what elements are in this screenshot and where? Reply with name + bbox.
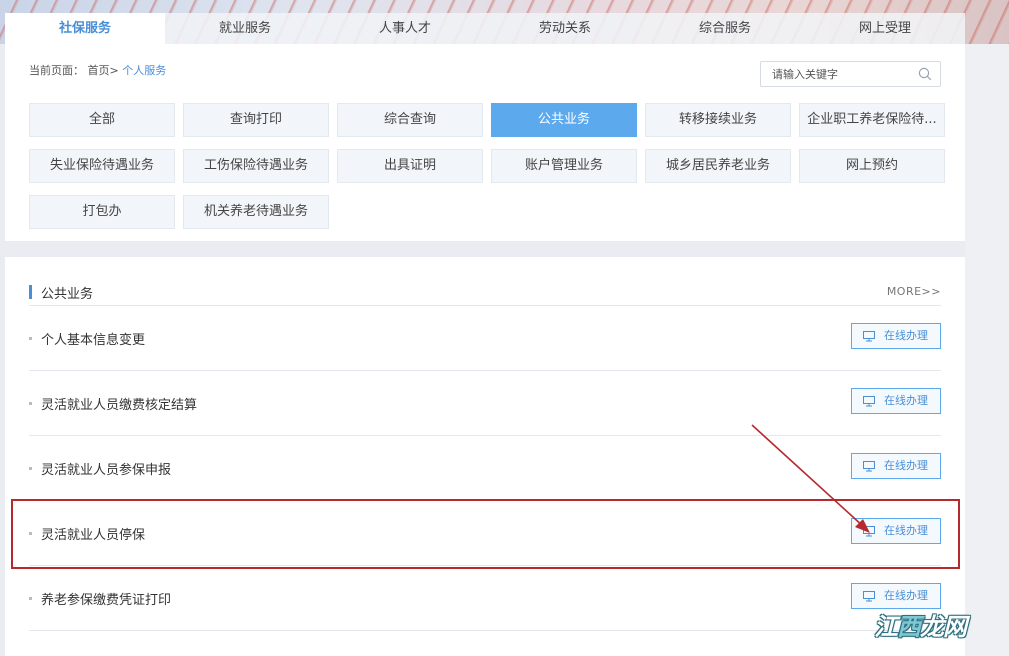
category-package[interactable]: 打包办 <box>29 195 175 229</box>
category-account[interactable]: 账户管理业务 <box>491 149 637 183</box>
breadcrumb-current[interactable]: 个人服务 <box>122 64 166 77</box>
category-grid: 全部 查询打印 综合查询 公共业务 转移接续业务 企业职工养老保险待... 失业… <box>29 103 945 229</box>
section-header: 公共业务 MORE>> <box>29 281 941 306</box>
monitor-icon <box>863 331 875 342</box>
tab-social-security[interactable]: 社保服务 <box>5 13 165 44</box>
service-name[interactable]: 个人基本信息变更 <box>41 329 145 348</box>
section-accent-bar <box>29 285 32 299</box>
service-name[interactable]: 灵活就业人员停保 <box>41 524 145 543</box>
breadcrumb: 当前页面： 首页> 个人服务 <box>29 62 166 78</box>
category-general-query[interactable]: 综合查询 <box>337 103 483 137</box>
online-handle-label: 在线办理 <box>884 329 928 342</box>
monitor-icon <box>863 461 875 472</box>
category-all[interactable]: 全部 <box>29 103 175 137</box>
online-handle-button[interactable]: 在线办理 <box>851 323 941 349</box>
online-handle-button[interactable]: 在线办理 <box>851 453 941 479</box>
watermark-logo: 江西龙网 <box>874 612 967 641</box>
main-nav: 社保服务 就业服务 人事人才 劳动关系 综合服务 网上受理 <box>5 13 965 44</box>
category-online-appointment[interactable]: 网上预约 <box>799 149 945 183</box>
category-institution-pension[interactable]: 机关养老待遇业务 <box>183 195 329 229</box>
bullet-icon <box>29 467 32 470</box>
list-item: 个人基本信息变更 在线办理 <box>29 306 941 371</box>
monitor-icon <box>863 396 875 407</box>
tab-comprehensive[interactable]: 综合服务 <box>645 13 805 44</box>
category-certificate[interactable]: 出具证明 <box>337 149 483 183</box>
tab-online-acceptance[interactable]: 网上受理 <box>805 13 965 44</box>
more-link[interactable]: MORE>> <box>887 285 941 298</box>
category-work-injury[interactable]: 工伤保险待遇业务 <box>183 149 329 183</box>
breadcrumb-prefix: 当前页面： <box>29 64 84 77</box>
list-item: 养老参保缴费凭证打印 在线办理 <box>29 566 941 631</box>
online-handle-button[interactable]: 在线办理 <box>851 518 941 544</box>
service-name[interactable]: 灵活就业人员参保申报 <box>41 459 171 478</box>
tab-personnel[interactable]: 人事人才 <box>325 13 485 44</box>
tab-labor-relations[interactable]: 劳动关系 <box>485 13 645 44</box>
service-name[interactable]: 养老参保缴费凭证打印 <box>41 589 171 608</box>
list-item: 灵活就业人员缴费核定结算 在线办理 <box>29 371 941 436</box>
breadcrumb-home[interactable]: 首页> <box>88 64 119 77</box>
bullet-icon <box>29 402 32 405</box>
bullet-icon <box>29 597 32 600</box>
service-name[interactable]: 灵活就业人员缴费核定结算 <box>41 394 197 413</box>
category-panel: 当前页面： 首页> 个人服务 全部 查询打印 综合查询 公共业务 转移接续业务 … <box>5 44 965 241</box>
online-handle-button[interactable]: 在线办理 <box>851 583 941 609</box>
search-box <box>760 61 941 87</box>
category-urban-rural-pension[interactable]: 城乡居民养老业务 <box>645 149 791 183</box>
category-public-business[interactable]: 公共业务 <box>491 103 637 137</box>
category-enterprise-pension[interactable]: 企业职工养老保险待... <box>799 103 945 137</box>
online-handle-label: 在线办理 <box>884 459 928 472</box>
monitor-icon <box>863 591 875 602</box>
page-background-strip <box>965 44 1009 656</box>
bullet-icon <box>29 532 32 535</box>
list-item: 灵活就业人员参保申报 在线办理 <box>29 436 941 501</box>
online-handle-button[interactable]: 在线办理 <box>851 388 941 414</box>
category-unemployment[interactable]: 失业保险待遇业务 <box>29 149 175 183</box>
online-handle-label: 在线办理 <box>884 394 928 407</box>
bullet-icon <box>29 337 32 340</box>
list-item: 灵活就业人员停保 在线办理 <box>29 501 941 566</box>
monitor-icon <box>863 526 875 537</box>
online-handle-label: 在线办理 <box>884 589 928 602</box>
tab-employment[interactable]: 就业服务 <box>165 13 325 44</box>
search-icon[interactable] <box>918 67 932 81</box>
service-panel: 公共业务 MORE>> 个人基本信息变更 在线办理 灵活就业人员缴费核定结算 在… <box>5 257 965 656</box>
section-title: 公共业务 <box>41 287 94 302</box>
category-transfer[interactable]: 转移接续业务 <box>645 103 791 137</box>
category-query-print[interactable]: 查询打印 <box>183 103 329 137</box>
search-input[interactable] <box>761 62 911 86</box>
online-handle-label: 在线办理 <box>884 524 928 537</box>
